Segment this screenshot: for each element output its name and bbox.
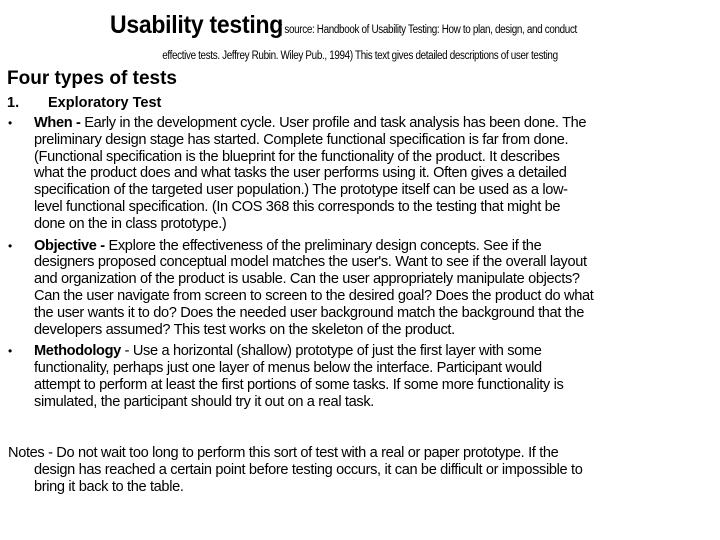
bullet-line: Can the user navigate from screen to scr… [34,287,594,304]
source-citation-line1: ( source: Handbook of Usability Testing:… [278,24,577,36]
bullet-line: level functional specification. (In COS … [34,198,561,215]
bullet-icon: • [8,344,12,359]
test-number: 1. [7,95,20,111]
bullet-line: attempt to perform at least the first po… [34,376,564,393]
bullet-line: the user wants it to do? Does the needed… [34,304,584,321]
bullet-line: done on the in class prototype.) [34,215,227,232]
bullet-icon: • [8,238,12,253]
test-name: Exploratory Test [48,95,162,111]
bullet-when: • When - Early in the development cycle.… [0,115,710,233]
slide: Usability testing ( source: Handbook of … [0,0,720,540]
bullet-term: When - [34,115,81,131]
bullet-line: specification of the targeted user popul… [34,182,568,199]
bullet-line: functionality, perhaps just one layer of… [34,360,542,377]
section-heading: Four types of tests [7,68,177,89]
bullet-line: simulated, the participant should try it… [34,393,374,410]
bullet-text: Early in the development cycle. User pro… [80,115,587,131]
bullet-list: • When - Early in the development cycle.… [0,115,720,411]
source-citation-line2: effective tests. Jeffrey Rubin. Wiley Pu… [162,50,558,62]
bullet-line: Objective - Explore the effectiveness of… [34,238,710,255]
bullet-line: preliminary design stage has started. Co… [34,131,569,148]
bullet-text: - Use a horizontal (shallow) prototype o… [120,343,542,360]
bullet-term: Objective - [34,237,105,254]
notes-line: Notes - Do not wait too long to perform … [8,445,559,461]
title-line: Usability testing ( source: Handbook of … [0,10,720,45]
notes-line: design has reached a certain point befor… [34,462,583,478]
bullet-icon: • [8,116,12,130]
bullet-line: designers proposed conceptual model matc… [34,254,587,271]
test-item-heading: 1. Exploratory Test [7,95,161,111]
bullet-line: developers assumed? This test works on t… [34,321,455,338]
notes-paragraph: Notes - Do not wait too long to perform … [8,445,708,496]
bullet-line: When - Early in the development cycle. U… [34,115,710,132]
notes-line: bring it back to the table. [34,479,184,495]
bullet-term: Methodology [34,343,121,360]
bullet-line: (Functional specification is the bluepri… [34,148,560,165]
bullet-methodology: • Methodology - Use a horizontal (shallo… [0,343,710,410]
bullet-objective: • Objective - Explore the effectiveness … [0,238,710,339]
title-block: Usability testing ( source: Handbook of … [0,10,720,64]
bullet-line: Methodology - Use a horizontal (shallow)… [34,343,710,360]
bullet-text: Explore the effectiveness of the prelimi… [104,237,542,254]
slide-title: Usability testing [109,11,283,39]
bullet-line: what the product does and what tasks the… [34,165,567,182]
bullet-line: and organization of the product is usabl… [34,271,580,288]
